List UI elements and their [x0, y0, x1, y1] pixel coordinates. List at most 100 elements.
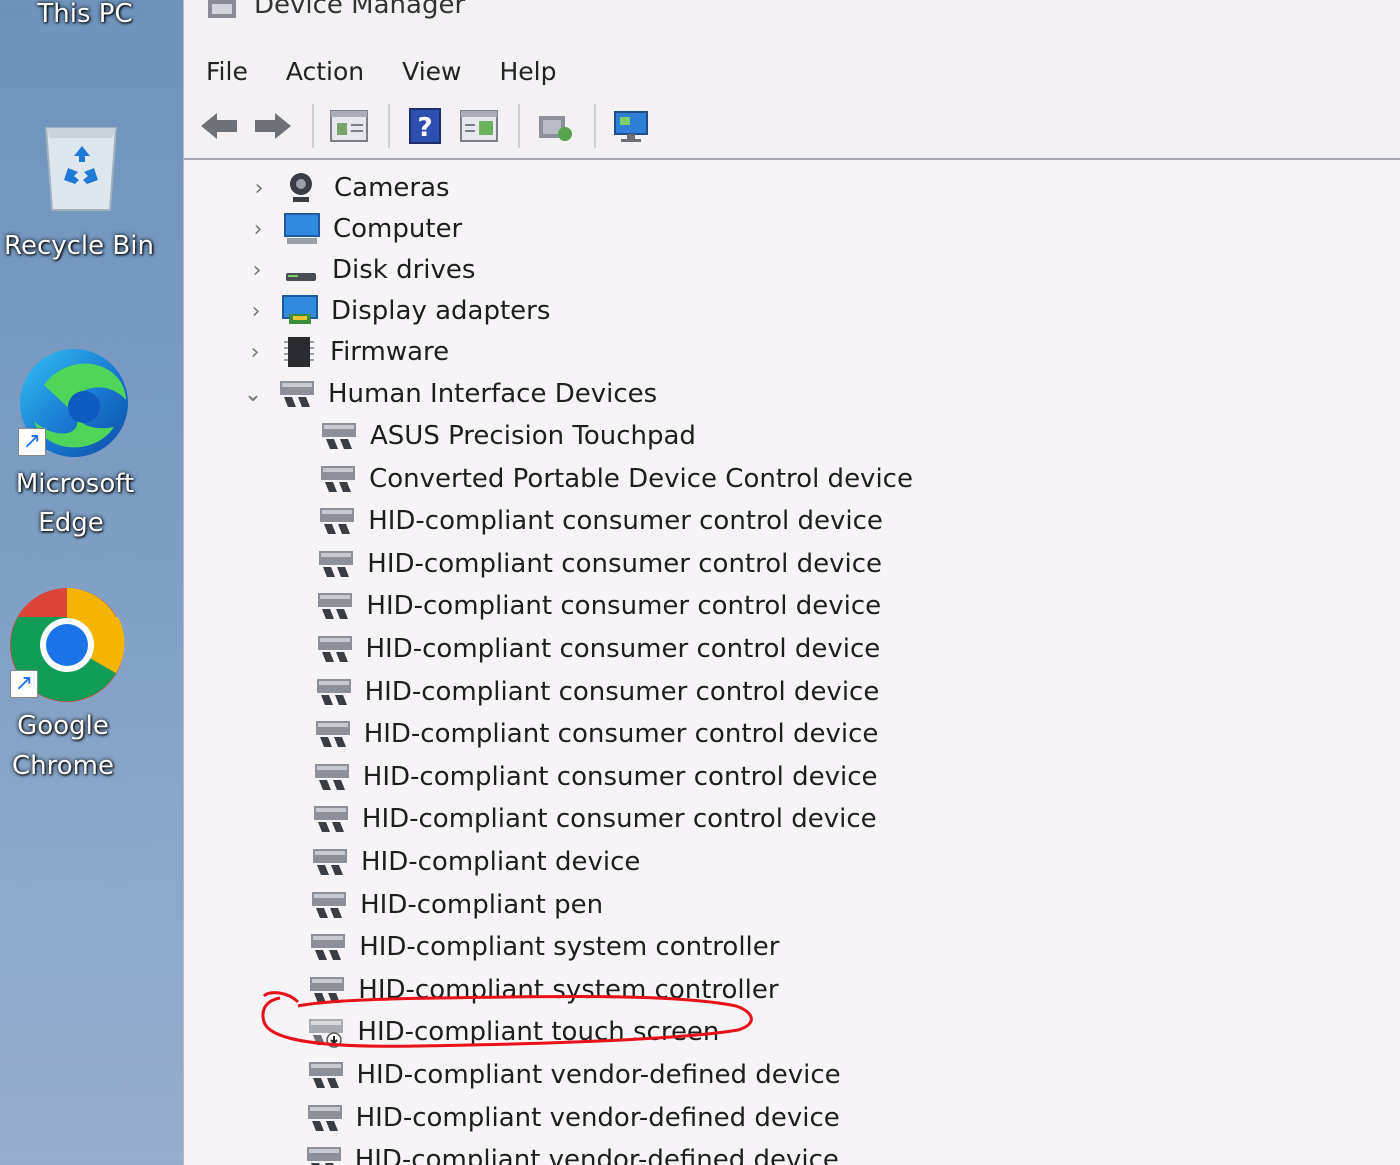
hid-device-label: HID-compliant pen — [360, 889, 604, 920]
hid-device-item[interactable]: HID-compliant consumer control device — [318, 501, 883, 541]
hid-device-label: HID-compliant consumer control device — [366, 591, 882, 622]
hid-device-icon — [306, 1101, 344, 1135]
tree-label: Display adapters — [331, 296, 551, 326]
toolbar-separator — [312, 104, 314, 148]
recycle-bin-label[interactable]: Recycle Bin — [4, 226, 154, 266]
device-manager-window: Device Manager File Action View Help ? ›… — [183, 0, 1400, 1165]
google-chrome-label-line2[interactable]: Chrome — [0, 746, 126, 786]
hid-device-item[interactable]: HID-compliant vendor-defined device — [306, 1098, 840, 1138]
chevron-right-icon[interactable]: › — [242, 339, 268, 365]
hid-device-item[interactable]: HID-compliant consumer control device — [316, 586, 881, 626]
hid-device-icon — [311, 845, 349, 879]
tree-category-display-adapters[interactable]: › Display adapters — [243, 291, 550, 331]
hid-device-item[interactable]: HID-compliant consumer control device — [314, 714, 879, 754]
hid-device-item[interactable]: HID-compliant system controller — [308, 970, 779, 1010]
hid-device-item[interactable]: HID-compliant pen — [310, 885, 603, 925]
menu-help[interactable]: Help — [499, 57, 556, 86]
hid-device-label: HID-compliant vendor-defined device — [354, 1145, 839, 1165]
tree-category-firmware[interactable]: › Firmware — [242, 332, 449, 372]
camera-icon — [284, 171, 322, 205]
help-icon[interactable]: ? — [400, 101, 450, 151]
tree-label: Human Interface Devices — [328, 379, 658, 409]
menu-file[interactable]: File — [206, 57, 248, 86]
forward-arrow-icon[interactable] — [248, 101, 298, 151]
hid-device-icon — [309, 930, 347, 964]
display-adapter-icon — [281, 294, 319, 328]
hid-device-item[interactable]: HID-compliant consumer control device — [316, 629, 881, 669]
hid-device-item[interactable]: HID-compliant touch screen — [307, 1012, 719, 1052]
toolbar-separator — [594, 104, 596, 148]
hid-device-label: HID-compliant system controller — [359, 932, 780, 963]
tree-category-cameras[interactable]: › Cameras — [246, 168, 450, 208]
hid-device-label: HID-compliant vendor-defined device — [355, 1102, 840, 1133]
toolbar-separator — [388, 104, 390, 148]
update-driver-icon[interactable] — [454, 101, 504, 151]
hid-device-icon — [312, 802, 350, 836]
desktop: This PC Recycle Bin ↗ Microsoft Edge ↗ G… — [0, 0, 185, 1165]
recycle-bin-icon[interactable] — [38, 118, 124, 214]
scan-hardware-icon[interactable] — [530, 101, 580, 151]
hid-device-label: HID-compliant consumer control device — [362, 761, 878, 792]
toolbar: ? — [184, 96, 1400, 156]
tree-category-disk-drives[interactable]: › Disk drives — [244, 250, 476, 290]
hid-device-label: HID-compliant touch screen — [357, 1017, 720, 1048]
chevron-right-icon[interactable]: › — [245, 216, 271, 242]
hid-device-label: ASUS Precision Touchpad — [370, 421, 696, 451]
shortcut-arrow-icon: ↗ — [18, 428, 46, 456]
computer-icon — [283, 212, 321, 246]
device-manager-icon — [206, 0, 238, 22]
hid-device-icon — [308, 973, 346, 1007]
hid-device-label: HID-compliant consumer control device — [363, 719, 879, 750]
hid-device-label: HID-compliant system controller — [358, 974, 779, 1005]
device-tree[interactable]: › Cameras › Computer › Disk drives › Dis… — [184, 158, 1400, 1165]
menu-view[interactable]: View — [402, 57, 461, 86]
chevron-right-icon[interactable]: › — [244, 257, 270, 283]
hid-device-label: HID-compliant consumer control device — [361, 804, 877, 835]
hid-device-item[interactable]: HID-compliant vendor-defined device — [305, 1140, 839, 1165]
hid-device-item[interactable]: HID-compliant consumer control device — [313, 757, 878, 797]
hid-device-label: Converted Portable Device Control device — [369, 463, 913, 494]
hid-device-label: HID-compliant consumer control device — [365, 634, 881, 664]
google-chrome-label-line1[interactable]: Google — [0, 706, 126, 746]
tree-label: Computer — [333, 214, 463, 244]
hid-device-item[interactable]: Converted Portable Device Control device — [319, 459, 913, 499]
firmware-icon — [280, 335, 318, 369]
chevron-down-icon[interactable]: ⌄ — [240, 381, 266, 407]
microsoft-edge-label-line1[interactable]: Microsoft — [0, 464, 150, 504]
hid-device-item[interactable]: HID-compliant consumer control device — [317, 544, 882, 584]
tree-category-human-interface-devices[interactable]: ⌄ Human Interface Devices — [240, 374, 657, 414]
chevron-right-icon[interactable]: › — [243, 298, 269, 324]
hid-device-item[interactable]: HID-compliant consumer control device — [312, 799, 877, 839]
chevron-right-icon[interactable]: › — [246, 175, 272, 201]
monitor-icon[interactable] — [606, 101, 656, 151]
hid-device-icon — [316, 632, 354, 666]
hid-device-label: HID-compliant vendor-defined device — [356, 1060, 841, 1090]
hid-device-item[interactable]: HID-compliant device — [311, 842, 640, 882]
tree-label: Disk drives — [332, 255, 476, 285]
menu-action[interactable]: Action — [286, 57, 364, 86]
hid-device-label: HID-compliant consumer control device — [368, 506, 883, 537]
window-title: Device Manager — [254, 0, 466, 20]
hid-device-icon — [305, 1143, 343, 1165]
this-pc-label[interactable]: This PC — [20, 0, 150, 34]
back-arrow-icon[interactable] — [194, 101, 244, 151]
hid-device-icon — [320, 419, 358, 453]
hid-device-icon — [316, 589, 354, 623]
disk-drive-icon — [282, 253, 320, 287]
hid-device-icon — [310, 888, 348, 922]
toolbar-separator — [518, 104, 520, 148]
tree-category-computer[interactable]: › Computer — [245, 209, 462, 249]
hid-device-item[interactable]: ASUS Precision Touchpad — [320, 416, 696, 456]
hid-device-icon — [317, 547, 355, 581]
hid-device-item[interactable]: HID-compliant system controller — [309, 927, 779, 967]
tree-label: Firmware — [330, 337, 450, 367]
properties-icon[interactable] — [324, 101, 374, 151]
title-bar[interactable]: Device Manager — [184, 0, 1400, 26]
hid-device-icon — [307, 1058, 345, 1092]
hid-device-icon — [319, 462, 357, 496]
microsoft-edge-label-line2[interactable]: Edge — [0, 503, 142, 543]
disabled-hid-device-icon — [307, 1015, 345, 1049]
shortcut-arrow-icon: ↗ — [10, 670, 38, 698]
hid-device-item[interactable]: HID-compliant consumer control device — [315, 672, 879, 712]
hid-device-item[interactable]: HID-compliant vendor-defined device — [307, 1055, 841, 1095]
